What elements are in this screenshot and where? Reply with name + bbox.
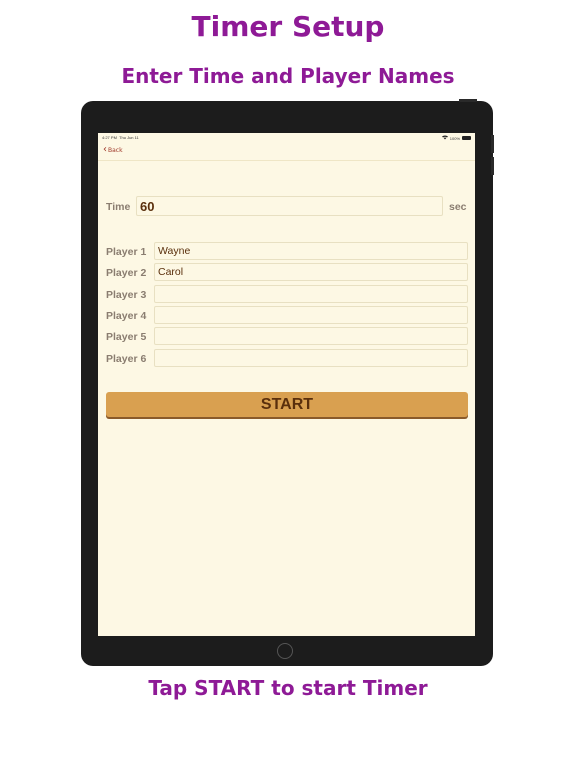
battery-percent: 100% <box>449 135 460 141</box>
app-screen: 4:27 PM Thu Jun 11 100% ‹ Back Time 60 s… <box>98 133 475 636</box>
player-5-input[interactable] <box>154 327 468 345</box>
battery-icon <box>462 136 471 140</box>
promo-subtitle: Enter Time and Player Names <box>121 64 455 88</box>
device-top-button <box>459 99 477 102</box>
player-3-label: Player 3 <box>106 289 147 301</box>
status-left: 4:27 PM Thu Jun 11 <box>102 135 139 140</box>
home-button-icon[interactable] <box>277 643 293 659</box>
ipad-device-frame: 4:27 PM Thu Jun 11 100% ‹ Back Time 60 s… <box>81 99 494 666</box>
time-input[interactable]: 60 <box>136 196 443 216</box>
player-1-label: Player 1 <box>106 246 147 258</box>
player-4-input[interactable] <box>154 306 468 324</box>
device-volume-up-button <box>491 135 494 153</box>
status-time: 4:27 PM <box>102 135 117 140</box>
status-date: Thu Jun 11 <box>119 135 139 140</box>
time-unit-label: sec <box>449 201 467 213</box>
player-3-input[interactable] <box>154 285 468 303</box>
back-button[interactable]: ‹ Back <box>103 144 123 155</box>
player-1-input[interactable]: Wayne <box>154 242 468 260</box>
time-label: Time <box>106 201 131 213</box>
navigation-bar: ‹ Back <box>98 143 475 161</box>
status-right: 100% <box>441 135 471 141</box>
player-5-label: Player 5 <box>106 331 147 343</box>
player-6-input[interactable] <box>154 349 468 367</box>
player-4-label: Player 4 <box>106 310 147 322</box>
start-button[interactable]: START <box>106 392 468 417</box>
player-6-label: Player 6 <box>106 353 147 365</box>
device-volume-down-button <box>491 157 494 175</box>
back-label: Back <box>108 146 123 154</box>
wifi-icon <box>441 135 448 141</box>
status-bar: 4:27 PM Thu Jun 11 100% <box>98 133 475 143</box>
promo-title: Timer Setup <box>191 10 385 43</box>
player-2-input[interactable]: Carol <box>154 263 468 281</box>
chevron-left-icon: ‹ <box>103 144 107 155</box>
promo-caption: Tap START to start Timer <box>148 676 428 700</box>
player-2-label: Player 2 <box>106 267 147 279</box>
